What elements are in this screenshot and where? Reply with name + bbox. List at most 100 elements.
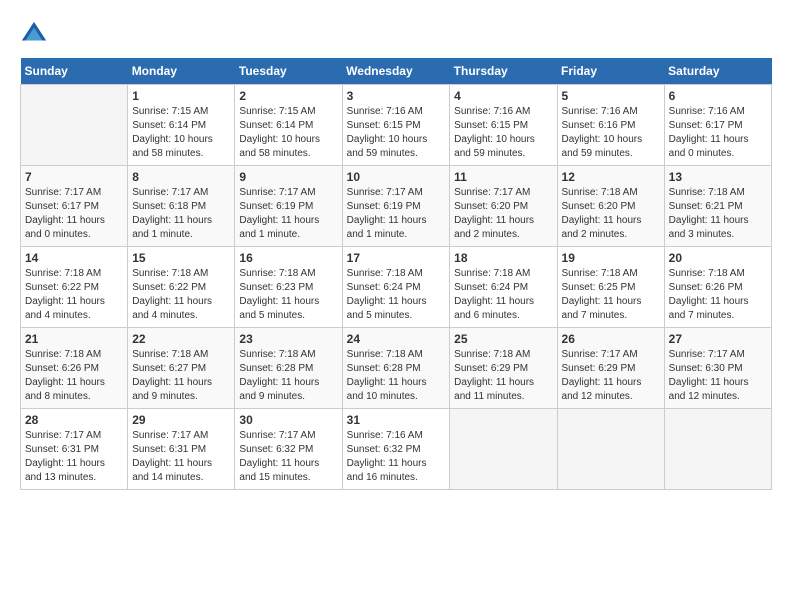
day-number: 2 (239, 89, 337, 103)
day-info: Sunrise: 7:17 AMSunset: 6:19 PMDaylight:… (239, 186, 337, 242)
calendar-cell: 21Sunrise: 7:18 AMSunset: 6:26 PMDayligh… (21, 328, 128, 409)
day-info: Sunrise: 7:18 AMSunset: 6:20 PMDaylight:… (562, 186, 660, 242)
day-number: 30 (239, 413, 337, 427)
logo (20, 20, 52, 48)
day-number: 27 (669, 332, 767, 346)
day-number: 4 (454, 89, 552, 103)
calendar-header-saturday: Saturday (664, 58, 771, 85)
day-number: 18 (454, 251, 552, 265)
day-number: 17 (347, 251, 446, 265)
day-info: Sunrise: 7:16 AMSunset: 6:15 PMDaylight:… (454, 105, 552, 161)
calendar-header-row: SundayMondayTuesdayWednesdayThursdayFrid… (21, 58, 772, 85)
day-info: Sunrise: 7:18 AMSunset: 6:22 PMDaylight:… (25, 267, 123, 323)
calendar-cell: 17 Sunrise: 7:18 AMSunset: 6:24 PMDayligh… (342, 247, 450, 328)
day-number: 7 (25, 170, 123, 184)
day-info: Sunrise: 7:17 AMSunset: 6:31 PMDaylight:… (25, 429, 123, 485)
day-number: 9 (239, 170, 337, 184)
logo-icon (20, 20, 48, 48)
calendar-cell: 18 Sunrise: 7:18 AMSunset: 6:24 PMDayligh… (450, 247, 557, 328)
day-info: Sunrise: 7:17 AMSunset: 6:32 PMDaylight:… (239, 429, 337, 485)
calendar-cell (557, 409, 664, 490)
day-number: 14 (25, 251, 123, 265)
calendar-cell (21, 85, 128, 166)
day-number: 25 (454, 332, 552, 346)
calendar-week-2: 7Sunrise: 7:17 AMSunset: 6:17 PMDaylight… (21, 166, 772, 247)
day-info: Sunrise: 7:18 AMSunset: 6:24 PMDaylight:… (347, 267, 446, 323)
day-number: 29 (132, 413, 230, 427)
calendar-header-wednesday: Wednesday (342, 58, 450, 85)
calendar-cell: 30 Sunrise: 7:17 AMSunset: 6:32 PMDayligh… (235, 409, 342, 490)
calendar-header-monday: Monday (128, 58, 235, 85)
day-info: Sunrise: 7:18 AMSunset: 6:26 PMDaylight:… (669, 267, 767, 323)
calendar-cell: 23 Sunrise: 7:18 AMSunset: 6:28 PMDayligh… (235, 328, 342, 409)
calendar-header-sunday: Sunday (21, 58, 128, 85)
day-info: Sunrise: 7:17 AMSunset: 6:29 PMDaylight:… (562, 348, 660, 404)
day-info: Sunrise: 7:18 AMSunset: 6:22 PMDaylight:… (132, 267, 230, 323)
day-number: 26 (562, 332, 660, 346)
calendar-cell: 15 Sunrise: 7:18 AMSunset: 6:22 PMDayligh… (128, 247, 235, 328)
day-info: Sunrise: 7:17 AMSunset: 6:20 PMDaylight:… (454, 186, 552, 242)
calendar-cell: 7Sunrise: 7:17 AMSunset: 6:17 PMDaylight… (21, 166, 128, 247)
day-info: Sunrise: 7:18 AMSunset: 6:27 PMDaylight:… (132, 348, 230, 404)
calendar-cell: 9 Sunrise: 7:17 AMSunset: 6:19 PMDaylight… (235, 166, 342, 247)
day-info: Sunrise: 7:15 AMSunset: 6:14 PMDaylight:… (132, 105, 230, 161)
calendar-cell: 1 Sunrise: 7:15 AMSunset: 6:14 PMDaylight… (128, 85, 235, 166)
day-number: 23 (239, 332, 337, 346)
calendar-cell: 2 Sunrise: 7:15 AMSunset: 6:14 PMDaylight… (235, 85, 342, 166)
calendar-cell (664, 409, 771, 490)
day-info: Sunrise: 7:16 AMSunset: 6:16 PMDaylight:… (562, 105, 660, 161)
calendar-cell: 8 Sunrise: 7:17 AMSunset: 6:18 PMDaylight… (128, 166, 235, 247)
calendar-cell: 3 Sunrise: 7:16 AMSunset: 6:15 PMDaylight… (342, 85, 450, 166)
calendar-cell: 16Sunrise: 7:18 AMSunset: 6:23 PMDayligh… (235, 247, 342, 328)
day-number: 16 (239, 251, 337, 265)
day-number: 15 (132, 251, 230, 265)
day-info: Sunrise: 7:17 AMSunset: 6:30 PMDaylight:… (669, 348, 767, 404)
day-number: 11 (454, 170, 552, 184)
day-number: 31 (347, 413, 446, 427)
day-info: Sunrise: 7:18 AMSunset: 6:26 PMDaylight:… (25, 348, 123, 404)
day-info: Sunrise: 7:18 AMSunset: 6:28 PMDaylight:… (239, 348, 337, 404)
day-number: 8 (132, 170, 230, 184)
calendar-cell: 22Sunrise: 7:18 AMSunset: 6:27 PMDayligh… (128, 328, 235, 409)
calendar-cell: 10 Sunrise: 7:17 AMSunset: 6:19 PMDayligh… (342, 166, 450, 247)
day-info: Sunrise: 7:16 AMSunset: 6:15 PMDaylight:… (347, 105, 446, 161)
calendar-cell: 6 Sunrise: 7:16 AMSunset: 6:17 PMDaylight… (664, 85, 771, 166)
calendar-cell: 4 Sunrise: 7:16 AMSunset: 6:15 PMDaylight… (450, 85, 557, 166)
day-info: Sunrise: 7:17 AMSunset: 6:18 PMDaylight:… (132, 186, 230, 242)
day-number: 24 (347, 332, 446, 346)
calendar-cell: 13 Sunrise: 7:18 AMSunset: 6:21 PMDayligh… (664, 166, 771, 247)
day-number: 10 (347, 170, 446, 184)
day-info: Sunrise: 7:18 AMSunset: 6:24 PMDaylight:… (454, 267, 552, 323)
calendar-week-4: 21Sunrise: 7:18 AMSunset: 6:26 PMDayligh… (21, 328, 772, 409)
calendar: SundayMondayTuesdayWednesdayThursdayFrid… (20, 58, 772, 490)
day-number: 1 (132, 89, 230, 103)
calendar-cell: 14 Sunrise: 7:18 AMSunset: 6:22 PMDayligh… (21, 247, 128, 328)
day-number: 3 (347, 89, 446, 103)
day-number: 5 (562, 89, 660, 103)
day-number: 19 (562, 251, 660, 265)
day-number: 6 (669, 89, 767, 103)
calendar-week-5: 28Sunrise: 7:17 AMSunset: 6:31 PMDayligh… (21, 409, 772, 490)
calendar-cell: 31 Sunrise: 7:16 AMSunset: 6:32 PMDayligh… (342, 409, 450, 490)
day-info: Sunrise: 7:15 AMSunset: 6:14 PMDaylight:… (239, 105, 337, 161)
calendar-cell: 5 Sunrise: 7:16 AMSunset: 6:16 PMDaylight… (557, 85, 664, 166)
page-header (20, 20, 772, 48)
day-info: Sunrise: 7:17 AMSunset: 6:19 PMDaylight:… (347, 186, 446, 242)
day-info: Sunrise: 7:18 AMSunset: 6:28 PMDaylight:… (347, 348, 446, 404)
calendar-cell: 11 Sunrise: 7:17 AMSunset: 6:20 PMDayligh… (450, 166, 557, 247)
calendar-cell: 12 Sunrise: 7:18 AMSunset: 6:20 PMDayligh… (557, 166, 664, 247)
day-info: Sunrise: 7:18 AMSunset: 6:29 PMDaylight:… (454, 348, 552, 404)
day-number: 13 (669, 170, 767, 184)
calendar-week-1: 1 Sunrise: 7:15 AMSunset: 6:14 PMDaylight… (21, 85, 772, 166)
day-info: Sunrise: 7:18 AMSunset: 6:21 PMDaylight:… (669, 186, 767, 242)
calendar-cell: 28Sunrise: 7:17 AMSunset: 6:31 PMDayligh… (21, 409, 128, 490)
calendar-header-thursday: Thursday (450, 58, 557, 85)
day-info: Sunrise: 7:16 AMSunset: 6:32 PMDaylight:… (347, 429, 446, 485)
calendar-cell: 25 Sunrise: 7:18 AMSunset: 6:29 PMDayligh… (450, 328, 557, 409)
calendar-cell: 20Sunrise: 7:18 AMSunset: 6:26 PMDayligh… (664, 247, 771, 328)
calendar-cell (450, 409, 557, 490)
day-number: 12 (562, 170, 660, 184)
calendar-cell: 29Sunrise: 7:17 AMSunset: 6:31 PMDayligh… (128, 409, 235, 490)
day-info: Sunrise: 7:16 AMSunset: 6:17 PMDaylight:… (669, 105, 767, 161)
calendar-week-3: 14 Sunrise: 7:18 AMSunset: 6:22 PMDayligh… (21, 247, 772, 328)
